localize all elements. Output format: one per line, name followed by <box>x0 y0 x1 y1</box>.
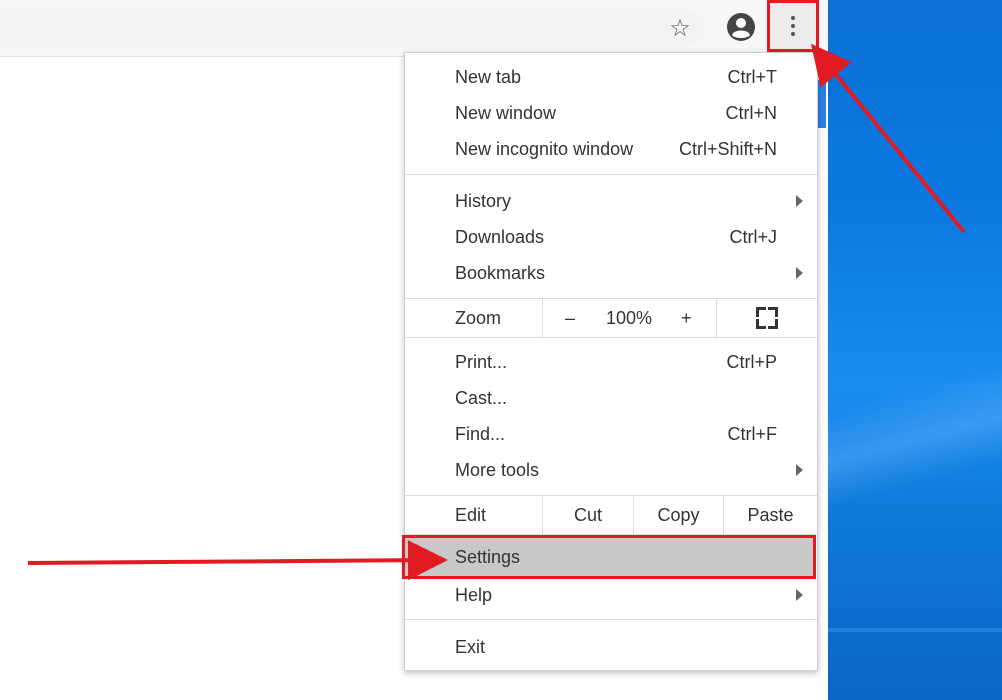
menu-item-label: Settings <box>455 546 521 567</box>
menu-divider <box>405 174 817 175</box>
zoom-row: Zoom – 100% + <box>405 298 817 338</box>
paste-button[interactable]: Paste <box>723 496 817 534</box>
menu-item-label: Bookmarks <box>455 262 546 283</box>
menu-item-help[interactable]: Help <box>405 577 817 613</box>
menu-item-print[interactable]: Print... Ctrl+P <box>405 344 817 380</box>
cut-label: Cut <box>573 504 602 525</box>
menu-item-downloads[interactable]: Downloads Ctrl+J <box>405 219 817 255</box>
menu-item-shortcut: Ctrl+J <box>729 226 777 247</box>
zoom-level: 100% <box>606 307 653 328</box>
menu-divider <box>405 619 817 620</box>
menu-item-exit[interactable]: Exit <box>405 629 817 665</box>
cut-button[interactable]: Cut <box>542 496 633 534</box>
menu-item-label: Exit <box>455 636 486 657</box>
submenu-arrow-icon <box>796 267 803 279</box>
menu-item-bookmarks[interactable]: Bookmarks <box>405 255 817 291</box>
menu-item-label: Help <box>455 584 493 605</box>
star-icon[interactable]: ☆ <box>664 12 696 44</box>
browser-toolbar: ☆ <box>0 0 828 57</box>
menu-item-find[interactable]: Find... Ctrl+F <box>405 416 817 452</box>
submenu-arrow-icon <box>796 195 803 207</box>
menu-item-label: Downloads <box>455 226 545 247</box>
menu-item-label: Cast... <box>455 387 508 408</box>
edit-row: Edit Cut Copy Paste <box>405 495 817 535</box>
more-vert-icon[interactable] <box>767 0 819 52</box>
menu-item-label: New window <box>455 102 557 123</box>
address-bar[interactable] <box>0 9 705 47</box>
menu-item-label: History <box>455 190 512 211</box>
menu-item-shortcut: Ctrl+F <box>727 423 778 444</box>
chrome-main-menu: New tab Ctrl+T New window Ctrl+N New inc… <box>402 52 818 671</box>
menu-item-label: Find... <box>455 423 506 444</box>
menu-item-shortcut: Ctrl+N <box>725 102 777 123</box>
menu-item-more-tools[interactable]: More tools <box>405 452 817 488</box>
fullscreen-button[interactable] <box>716 299 817 337</box>
browser-window: ☆ New tab Ctrl+T New window Ctrl+N New i… <box>0 0 828 700</box>
submenu-arrow-icon <box>796 589 803 601</box>
zoom-controls: – 100% + <box>542 299 716 337</box>
menu-item-shortcut: Ctrl+T <box>727 66 778 87</box>
copy-button[interactable]: Copy <box>633 496 723 534</box>
zoom-in-button[interactable]: + <box>681 308 692 329</box>
menu-item-settings[interactable]: Settings <box>405 539 817 575</box>
menu-item-new-tab[interactable]: New tab Ctrl+T <box>405 59 817 95</box>
menu-item-label: New tab <box>455 66 522 87</box>
zoom-label: Zoom <box>455 307 502 328</box>
edit-label: Edit <box>455 504 487 525</box>
menu-item-label: More tools <box>455 459 540 480</box>
menu-item-label: New incognito window <box>455 138 634 159</box>
menu-item-new-window[interactable]: New window Ctrl+N <box>405 95 817 131</box>
copy-label: Copy <box>657 504 700 525</box>
menu-item-cast[interactable]: Cast... <box>405 380 817 416</box>
desktop-wallpaper <box>828 0 1002 700</box>
menu-item-history[interactable]: History <box>405 183 817 219</box>
menu-item-shortcut: Ctrl+P <box>726 351 777 372</box>
menu-item-new-incognito-window[interactable]: New incognito window Ctrl+Shift+N <box>405 131 817 167</box>
zoom-out-button[interactable]: – <box>565 308 575 329</box>
account-circle-icon[interactable] <box>724 10 758 44</box>
menu-item-shortcut: Ctrl+Shift+N <box>678 138 777 159</box>
paste-label: Paste <box>747 504 794 525</box>
fullscreen-icon <box>756 307 778 329</box>
menu-item-label: Print... <box>455 351 508 372</box>
submenu-arrow-icon <box>796 464 803 476</box>
